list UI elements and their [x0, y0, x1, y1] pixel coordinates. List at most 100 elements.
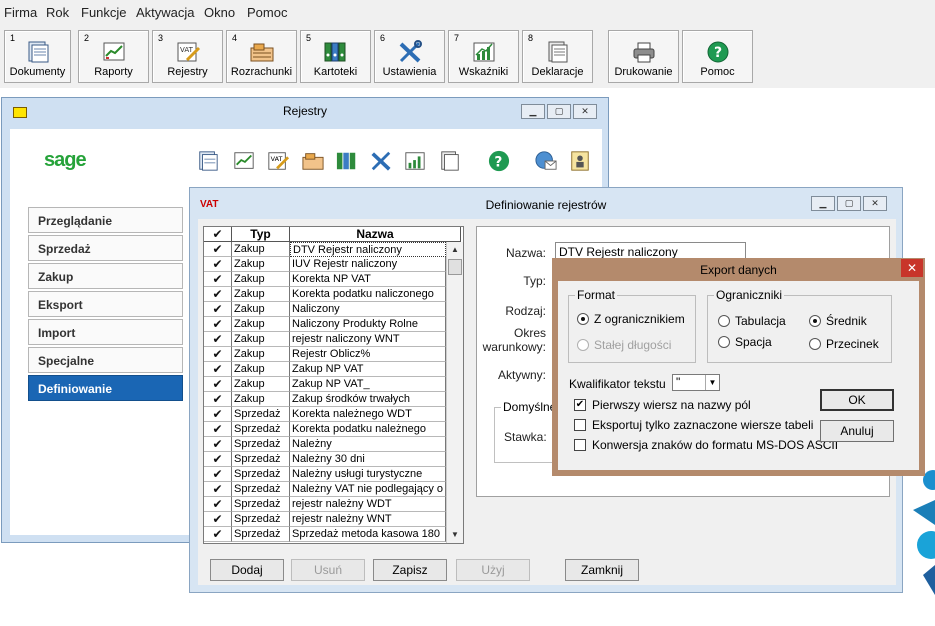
nav-definiowanie[interactable]: Definiowanie	[28, 375, 183, 401]
toolbar-deklaracje-button[interactable]: 8 Deklaracje	[522, 30, 593, 83]
column-header-typ[interactable]: Typ	[232, 227, 290, 242]
globe-mail-icon[interactable]	[534, 150, 558, 172]
toolbar-dokumenty-button[interactable]: 1 Dokumenty	[4, 30, 71, 83]
binders-icon[interactable]	[335, 150, 359, 172]
row-active-check-icon[interactable]: ✔	[204, 482, 232, 497]
table-row[interactable]: ✔ Sprzedaż Korekta podatku należnego	[204, 422, 446, 437]
row-active-check-icon[interactable]: ✔	[204, 437, 232, 452]
menu-pomoc[interactable]: Pomoc	[247, 5, 287, 20]
table-row[interactable]: ✔ Zakup Naliczony	[204, 302, 446, 317]
column-header-nazwa[interactable]: Nazwa	[290, 227, 461, 242]
menu-okno[interactable]: Okno	[204, 5, 235, 20]
table-row[interactable]: ✔ Sprzedaż Należny VAT nie podlegający o	[204, 482, 446, 497]
table-row[interactable]: ✔ Zakup DTV Rejestr naliczony	[204, 242, 446, 257]
table-row[interactable]: ✔ Sprzedaż Należny 30 dni	[204, 452, 446, 467]
first-row-field-names-checkbox[interactable]: ✔ Pierwszy wiersz na nazwy pól	[574, 398, 751, 412]
table-row[interactable]: ✔ Zakup IUV Rejestr naliczony	[204, 257, 446, 272]
toolbar-ustawienia-button[interactable]: 6 Ustawienia	[374, 30, 445, 83]
row-active-check-icon[interactable]: ✔	[204, 287, 232, 302]
table-row[interactable]: ✔ Sprzedaż rejestr należny WNT	[204, 512, 446, 527]
user-info-icon[interactable]	[568, 150, 592, 172]
zamknij-button[interactable]: Zamknij	[565, 559, 639, 581]
row-active-check-icon[interactable]: ✔	[204, 407, 232, 422]
table-scrollbar[interactable]: ▲ ▼	[446, 242, 463, 543]
format-stalej-dlugosci-radio[interactable]: Stałej długości	[577, 338, 671, 352]
nav-eksport[interactable]: Eksport	[28, 291, 183, 317]
row-active-check-icon[interactable]: ✔	[204, 332, 232, 347]
separator-przecinek-radio[interactable]: Przecinek	[809, 337, 879, 351]
menu-funkcje[interactable]: Funkcje	[81, 5, 127, 20]
nav-import[interactable]: Import	[28, 319, 183, 345]
help-icon[interactable]: ?	[487, 150, 511, 172]
table-row[interactable]: ✔ Zakup Zakup NP VAT_	[204, 377, 446, 392]
table-row[interactable]: ✔ Zakup Zakup NP VAT	[204, 362, 446, 377]
row-active-check-icon[interactable]: ✔	[204, 392, 232, 407]
export-selected-rows-checkbox[interactable]: Eksportuj tylko zaznaczone wiersze tabel…	[574, 418, 813, 432]
scroll-down-icon[interactable]: ▼	[447, 527, 463, 543]
table-row[interactable]: ✔ Sprzedaż rejestr należny WDT	[204, 497, 446, 512]
row-active-check-icon[interactable]: ✔	[204, 452, 232, 467]
settlements-icon[interactable]	[301, 150, 325, 172]
minimize-icon[interactable]: ▁	[521, 104, 545, 119]
row-active-check-icon[interactable]: ✔	[204, 272, 232, 287]
toolbar-kartoteki-button[interactable]: 5 Kartoteki	[300, 30, 371, 83]
scroll-thumb[interactable]	[448, 259, 462, 275]
toolbar-rozrachunki-button[interactable]: 4 Rozrachunki	[226, 30, 297, 83]
zapisz-button[interactable]: Zapisz	[373, 559, 447, 581]
close-icon[interactable]: ✕	[901, 259, 923, 277]
chevron-down-icon[interactable]: ▼	[705, 375, 719, 390]
nav-specjalne[interactable]: Specjalne	[28, 347, 183, 373]
maximize-icon[interactable]: ▢	[547, 104, 571, 119]
vat-registers-icon[interactable]: VAT	[266, 150, 290, 172]
menu-rok[interactable]: Rok	[46, 5, 69, 20]
format-z-ogranicznikiem-radio[interactable]: Z ogranicznikiem	[577, 312, 685, 326]
table-row[interactable]: ✔ Zakup Naliczony Produkty Rolne	[204, 317, 446, 332]
anuluj-button[interactable]: Anuluj	[820, 420, 894, 442]
row-active-check-icon[interactable]: ✔	[204, 377, 232, 392]
menu-aktywacja[interactable]: Aktywacja	[136, 5, 195, 20]
row-active-check-icon[interactable]: ✔	[204, 317, 232, 332]
ok-button[interactable]: OK	[820, 389, 894, 411]
separator-srednik-radio[interactable]: Średnik	[809, 314, 867, 328]
uzyj-button[interactable]: Użyj	[456, 559, 530, 581]
check-header[interactable]: ✔	[204, 227, 232, 242]
row-active-check-icon[interactable]: ✔	[204, 512, 232, 527]
declarations-icon[interactable]	[438, 150, 462, 172]
toolbar-rejestry-button[interactable]: 3 VAT Rejestry	[152, 30, 223, 83]
toolbar-raporty-button[interactable]: 2 Raporty	[78, 30, 149, 83]
dodaj-button[interactable]: Dodaj	[210, 559, 284, 581]
table-row[interactable]: ✔ Zakup Korekta NP VAT	[204, 272, 446, 287]
tools-icon[interactable]	[369, 150, 393, 172]
usun-button[interactable]: Usuń	[291, 559, 365, 581]
row-active-check-icon[interactable]: ✔	[204, 497, 232, 512]
table-row[interactable]: ✔ Zakup Korekta podatku naliczonego	[204, 287, 446, 302]
maximize-icon[interactable]: ▢	[837, 196, 861, 211]
row-active-check-icon[interactable]: ✔	[204, 362, 232, 377]
row-active-check-icon[interactable]: ✔	[204, 302, 232, 317]
minimize-icon[interactable]: ▁	[811, 196, 835, 211]
nav-przegladanie[interactable]: Przeglądanie	[28, 207, 183, 233]
table-row[interactable]: ✔ Sprzedaż Sprzedaż metoda kasowa 180	[204, 527, 446, 542]
row-active-check-icon[interactable]: ✔	[204, 347, 232, 362]
nav-sprzedaz[interactable]: Sprzedaż	[28, 235, 183, 261]
scroll-up-icon[interactable]: ▲	[447, 242, 463, 258]
separator-tabulacja-radio[interactable]: Tabulacja	[718, 314, 786, 328]
toolbar-wskazniki-button[interactable]: 7 Wskaźniki	[448, 30, 519, 83]
table-row[interactable]: ✔ Zakup rejestr naliczony WNT	[204, 332, 446, 347]
row-active-check-icon[interactable]: ✔	[204, 242, 232, 257]
table-row[interactable]: ✔ Zakup Zakup środków trwałych	[204, 392, 446, 407]
table-row[interactable]: ✔ Sprzedaż Należny	[204, 437, 446, 452]
close-icon[interactable]: ✕	[573, 104, 597, 119]
documents-icon[interactable]	[196, 150, 220, 172]
nav-zakup[interactable]: Zakup	[28, 263, 183, 289]
toolbar-pomoc-button[interactable]: ? Pomoc	[682, 30, 753, 83]
close-icon[interactable]: ✕	[863, 196, 887, 211]
row-active-check-icon[interactable]: ✔	[204, 467, 232, 482]
row-active-check-icon[interactable]: ✔	[204, 422, 232, 437]
table-row[interactable]: ✔ Sprzedaż Korekta należnego WDT	[204, 407, 446, 422]
row-active-check-icon[interactable]: ✔	[204, 527, 232, 542]
ms-dos-ascii-checkbox[interactable]: Konwersja znaków do formatu MS-DOS ASCII	[574, 438, 838, 452]
table-row[interactable]: ✔ Zakup Rejestr Oblicz%	[204, 347, 446, 362]
table-row[interactable]: ✔ Sprzedaż Należny usługi turystyczne	[204, 467, 446, 482]
qualifier-select[interactable]: " ▼	[672, 374, 720, 391]
